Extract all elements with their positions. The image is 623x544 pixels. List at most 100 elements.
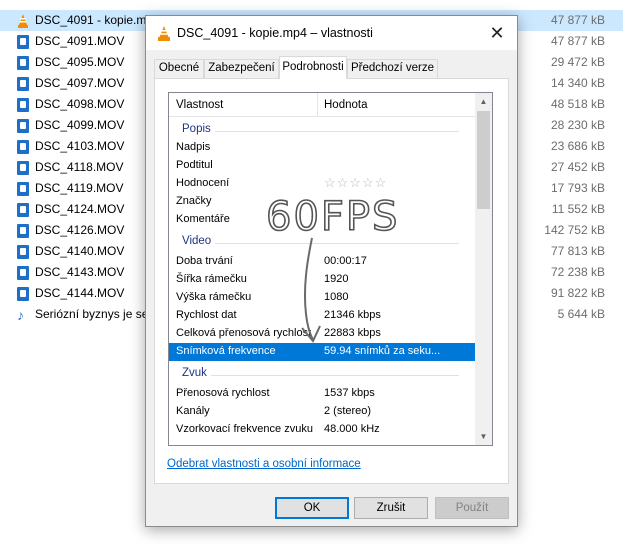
- property-row[interactable]: Doba trvání 00:00:17: [169, 253, 475, 271]
- property-value: 00:00:17: [324, 255, 367, 267]
- video-file-icon: [17, 266, 29, 280]
- scroll-up-icon[interactable]: ▲: [475, 93, 492, 110]
- group-label: Popis: [182, 123, 215, 135]
- file-name: DSC_4099.MOV: [35, 118, 125, 132]
- property-name: Značky: [176, 195, 212, 207]
- file-size: 27 452 kB: [550, 160, 605, 174]
- file-name: DSC_4103.MOV: [35, 139, 125, 153]
- file-size: 14 340 kB: [550, 76, 605, 90]
- property-name: Snímková frekvence: [176, 345, 276, 357]
- file-name: DSC_4097.MOV: [35, 76, 125, 90]
- property-row[interactable]: Hodnocení ☆☆☆☆☆: [169, 175, 475, 193]
- video-file-icon: [17, 203, 29, 217]
- file-size: 11 552 kB: [551, 202, 605, 216]
- video-file-icon: [17, 35, 29, 49]
- property-name: Nadpis: [176, 141, 211, 153]
- file-size: 23 686 kB: [550, 139, 605, 153]
- property-list[interactable]: Vlastnost Hodnota Popis Nadpis Podtitul …: [168, 92, 493, 446]
- dialog-title: DSC_4091 - kopie.mp4 – vlastnosti: [177, 26, 373, 40]
- property-row[interactable]: Komentáře: [169, 211, 475, 229]
- video-file-icon: [17, 77, 29, 91]
- property-value: 2 (stereo): [324, 405, 372, 417]
- close-icon[interactable]: ✕: [487, 23, 507, 43]
- file-size: 72 238 kB: [550, 265, 605, 279]
- file-name: DSC_4091 - kopie.mp4: [35, 13, 160, 27]
- video-file-icon: [17, 98, 29, 112]
- property-row[interactable]: Přenosová rychlost 1537 kbps: [169, 385, 475, 403]
- file-name: DSC_4124.MOV: [35, 202, 125, 216]
- property-row[interactable]: Značky: [169, 193, 475, 211]
- file-name: DSC_4140.MOV: [35, 244, 125, 258]
- property-name: Komentáře: [176, 213, 230, 225]
- video-file-icon: [17, 182, 29, 196]
- property-row[interactable]: Vzorkovací frekvence zvuku 48.000 kHz: [169, 421, 475, 439]
- property-row[interactable]: Šířka rámečku 1920: [169, 271, 475, 289]
- property-row[interactable]: Podtitul: [169, 157, 475, 175]
- file-name: DSC_4098.MOV: [35, 97, 125, 111]
- vlc-cone-icon: [18, 14, 28, 28]
- property-value: 1537 kbps: [324, 387, 375, 399]
- cancel-button[interactable]: Zrušit: [354, 497, 428, 519]
- file-size: 47 877 kB: [550, 34, 605, 48]
- group-divider: [183, 375, 459, 376]
- file-size: 28 230 kB: [550, 118, 605, 132]
- rating-stars[interactable]: ☆☆☆☆☆: [324, 175, 387, 191]
- file-size: 48 518 kB: [550, 97, 605, 111]
- scroll-thumb[interactable]: [477, 111, 490, 209]
- tab-general[interactable]: Obecné: [154, 59, 204, 78]
- group-audio: Zvuk: [169, 365, 475, 383]
- property-name: Doba trvání: [176, 255, 233, 267]
- scroll-down-icon[interactable]: ▼: [475, 428, 492, 445]
- property-name: Hodnocení: [176, 177, 230, 189]
- title-bar[interactable]: DSC_4091 - kopie.mp4 – vlastnosti ✕: [146, 16, 517, 50]
- file-name: DSC_4144.MOV: [35, 286, 125, 300]
- property-value: 21346 kbps: [324, 309, 381, 321]
- property-name: Šířka rámečku: [176, 273, 247, 285]
- vlc-cone-icon: [158, 26, 170, 41]
- column-property[interactable]: Vlastnost: [176, 99, 223, 111]
- audio-file-icon: ♪: [17, 307, 24, 323]
- ok-button[interactable]: OK: [275, 497, 349, 519]
- video-file-icon: [17, 245, 29, 259]
- file-name: DSC_4119.MOV: [35, 181, 124, 195]
- vertical-scrollbar[interactable]: ▲ ▼: [475, 93, 492, 445]
- property-row[interactable]: Výška rámečku 1080: [169, 289, 475, 307]
- column-header: Vlastnost Hodnota: [169, 93, 475, 117]
- details-panel: Vlastnost Hodnota Popis Nadpis Podtitul …: [154, 78, 509, 484]
- column-separator[interactable]: [317, 93, 318, 117]
- column-value[interactable]: Hodnota: [324, 99, 367, 111]
- tab-security[interactable]: Zabezpečení: [204, 59, 279, 78]
- group-label: Zvuk: [182, 367, 211, 379]
- file-name: DSC_4091.MOV: [35, 34, 125, 48]
- property-value: 1080: [324, 291, 349, 303]
- video-file-icon: [17, 140, 29, 154]
- property-row[interactable]: Rychlost dat 21346 kbps: [169, 307, 475, 325]
- property-row[interactable]: Nadpis: [169, 139, 475, 157]
- group-label: Video: [182, 235, 216, 247]
- video-file-icon: [17, 287, 29, 301]
- video-file-icon: [17, 119, 29, 133]
- remove-properties-link[interactable]: Odebrat vlastnosti a osobní informace: [167, 458, 361, 470]
- property-value: 48.000 kHz: [324, 423, 380, 435]
- properties-dialog: DSC_4091 - kopie.mp4 – vlastnosti ✕ Obec…: [145, 15, 518, 527]
- file-size: 91 822 kB: [550, 286, 605, 300]
- property-value: 22883 kbps: [324, 327, 381, 339]
- file-size: 5 644 kB: [557, 307, 605, 321]
- property-name: Výška rámečku: [176, 291, 252, 303]
- tab-previous-versions[interactable]: Předchozí verze: [347, 59, 438, 78]
- property-row[interactable]: Celková přenosová rychlost 22883 kbps: [169, 325, 475, 343]
- tab-details[interactable]: Podrobnosti: [279, 56, 347, 79]
- group-divider: [183, 243, 459, 244]
- file-name: DSC_4095.MOV: [35, 55, 125, 69]
- video-file-icon: [17, 224, 29, 238]
- property-row-selected[interactable]: Snímková frekvence 59.94 snímků za seku.…: [169, 343, 475, 361]
- property-row[interactable]: Kanály 2 (stereo): [169, 403, 475, 421]
- property-value: 59.94 snímků za seku...: [324, 345, 441, 357]
- file-size: 29 472 kB: [550, 55, 605, 69]
- property-name: Kanály: [176, 405, 210, 417]
- file-size: 77 813 kB: [550, 244, 605, 258]
- group-description: Popis: [169, 121, 475, 139]
- apply-button[interactable]: Použít: [435, 497, 509, 519]
- file-size: 47 877 kB: [550, 13, 605, 27]
- file-name: DSC_4143.MOV: [35, 265, 125, 279]
